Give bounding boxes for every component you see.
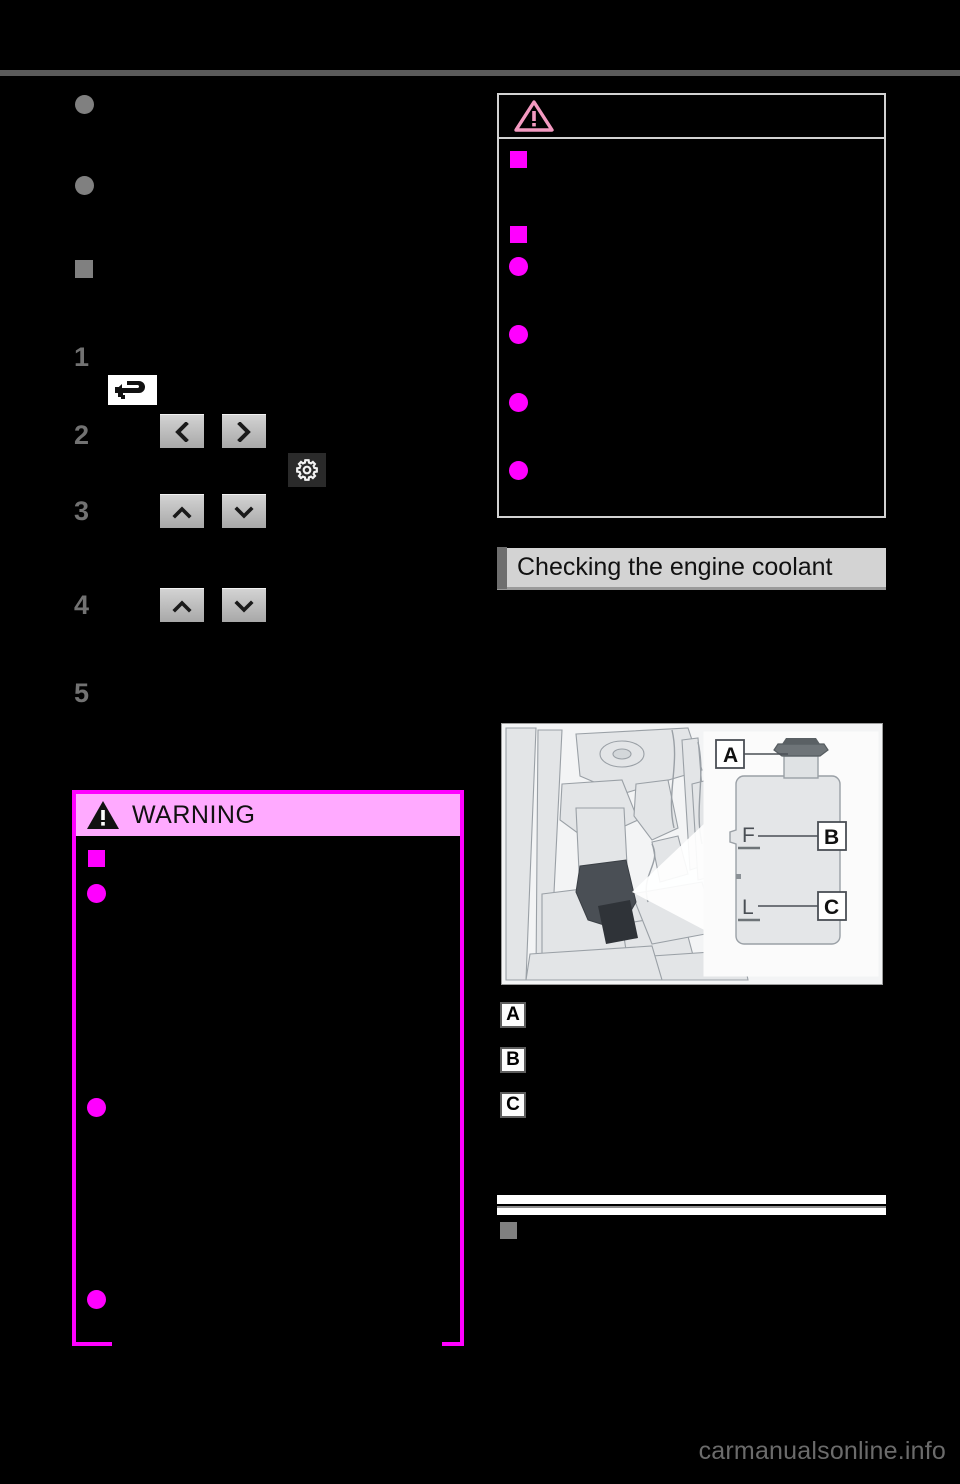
notice-subhead-marker-2 [510,226,527,243]
notice-box-body [499,139,884,560]
notice-bullet-3 [509,393,528,412]
svg-text:F: F [742,824,755,847]
svg-text:L: L [742,896,754,919]
legend-text-c [536,1094,866,1116]
warning-bullet-1 [87,884,106,903]
legend-marker-b: B [500,1047,526,1073]
warning-title: WARNING [132,800,256,829]
section-intro-text [497,610,882,700]
gray-bullet-square-1 [75,260,93,278]
section-heading-bar [497,546,507,589]
site-watermark: carmanualsonline.info [698,1437,946,1465]
warning-subhead-text [112,848,432,870]
warning-box-header: WARNING [76,794,460,836]
chevron-right-button[interactable] [222,414,266,448]
chevron-down-button-1[interactable] [222,494,266,528]
warning-subhead-marker [88,850,105,867]
warning-box-body [76,836,460,1384]
svg-text:C: C [824,896,839,919]
notice-subhead-1-text [535,149,865,209]
notice-subhead-2-text [535,224,865,246]
warning-bullet-3 [87,1290,106,1309]
step-number-1: 1 [74,342,90,372]
warning-bullet-3-text [112,1288,442,1358]
warning-triangle-icon [87,801,119,829]
engine-coolant-reservoir-figure: F L A B C [501,723,883,985]
step-number-5: 5 [74,678,90,708]
notice-subhead-marker-1 [510,151,527,168]
body-text-3 [104,256,454,316]
manual-page: 1 2 3 4 5 WARNING Checking the engine co… [0,0,960,1484]
step-4-text [104,594,154,618]
header-rule [0,70,960,76]
subsection-separator-bottom [497,1208,886,1215]
warning-triangle-outline-icon [514,100,554,132]
notice-bullet-1-text [535,255,865,309]
notice-bullet-4 [509,461,528,480]
warning-bullet-2 [87,1098,106,1117]
notice-bullet-2 [509,325,528,344]
subsection-heading-label [522,1218,772,1234]
step-number-4: 4 [74,590,90,620]
legend-marker-a: A [500,1002,526,1028]
legend-text-a [536,1004,866,1026]
legend-text-b [536,1049,866,1071]
warning-bullet-2-text [112,1096,442,1266]
subsection-separator-top [497,1195,886,1204]
step-number-2: 2 [74,420,90,450]
section-heading-label: Checking the engine coolant [517,553,833,581]
body-text-2 [104,173,454,243]
body-text-1 [104,92,454,162]
chevron-down-button-2[interactable] [222,588,266,622]
notice-box-header [499,95,884,139]
step-number-3: 3 [74,496,90,526]
svg-text:B: B [824,826,839,849]
section-heading: Checking the engine coolant [497,546,886,590]
legend-marker-c: C [500,1092,526,1118]
chevron-up-button-1[interactable] [160,494,204,528]
step-3-text [104,500,154,524]
notice-bullet-2-text [535,323,865,377]
svg-text:A: A [723,744,738,767]
step-5-text [104,682,444,706]
step-2-text [104,420,154,444]
chevron-up-button-2[interactable] [160,588,204,622]
gear-icon[interactable] [288,453,326,487]
warning-box: WARNING [72,790,464,1358]
notice-bullet-4-text [535,459,865,513]
warning-bullet-1-text [112,882,442,1072]
return-arrow-icon[interactable] [108,375,157,405]
notice-bullet-1 [509,257,528,276]
gray-bullet-dot-1 [75,95,94,114]
notice-bullet-3-text [535,391,865,445]
notice-box [497,93,886,518]
subsection-bullet-square [500,1222,517,1239]
gray-bullet-dot-2 [75,176,94,195]
chevron-left-button[interactable] [160,414,204,448]
